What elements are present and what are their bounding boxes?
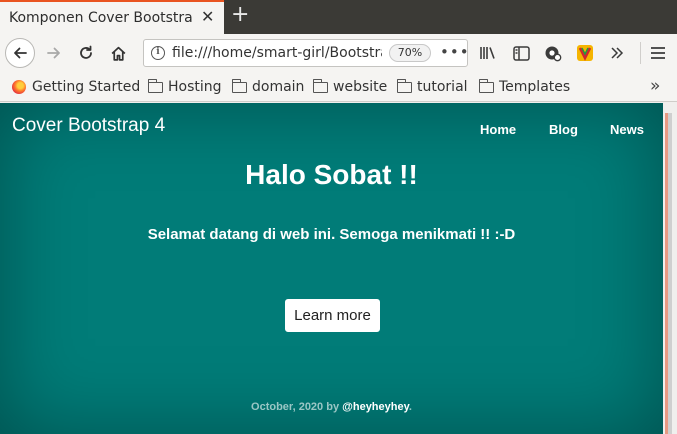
bookmark-website[interactable]: website	[312, 78, 388, 95]
nav-link-home[interactable]: Home	[480, 122, 516, 137]
nav-link-news[interactable]: News	[610, 122, 644, 137]
folder-icon	[312, 78, 328, 93]
folder-icon	[478, 78, 494, 93]
forward-button[interactable]	[41, 38, 67, 68]
folder-icon	[396, 78, 412, 93]
site-brand[interactable]: Cover Bootstrap 4	[12, 115, 165, 137]
navigation-toolbar: i file:///home/smart-girl/Bootstra 70% •…	[0, 34, 677, 72]
learn-more-button[interactable]: Learn more	[285, 299, 380, 332]
sidebar-icon[interactable]	[511, 43, 531, 63]
overflow-chevron-icon[interactable]	[607, 43, 627, 63]
footer-handle-link[interactable]: @heyheyhey	[342, 401, 409, 413]
bookmark-label: domain	[252, 79, 305, 95]
zoom-level-badge[interactable]: 70%	[389, 44, 431, 62]
bookmark-domain[interactable]: domain	[231, 78, 305, 95]
page-viewport: Cover Bootstrap 4 Home Blog News Halo So…	[0, 103, 663, 434]
url-bar[interactable]: i file:///home/smart-girl/Bootstra 70% •…	[143, 39, 470, 67]
home-button[interactable]	[105, 38, 131, 68]
library-icon[interactable]	[478, 43, 498, 63]
bookmark-getting-started[interactable]: Getting Started	[12, 79, 140, 95]
page-scroll-edge	[663, 103, 677, 434]
url-text[interactable]: file:///home/smart-girl/Bootstra	[172, 45, 382, 61]
bookmark-label: Templates	[499, 79, 571, 95]
bookmark-templates[interactable]: Templates	[478, 78, 571, 95]
page-actions-icon[interactable]: •••	[440, 43, 470, 61]
home-icon	[111, 46, 125, 61]
reload-icon	[80, 45, 92, 59]
new-tab-button[interactable]: +	[231, 4, 249, 26]
tab-title: Komponen Cover Bootstrap	[9, 10, 193, 26]
site-info-icon[interactable]: i	[151, 46, 165, 60]
nav-link-blog[interactable]: Blog	[549, 122, 578, 137]
footer-text: October, 2020 by	[251, 401, 343, 413]
folder-icon	[147, 78, 163, 93]
bookmarks-toolbar: Getting Started Hosting domain website t…	[0, 72, 677, 102]
bookmark-label: Getting Started	[32, 79, 141, 95]
toolbar-separator	[640, 42, 641, 64]
folder-icon	[231, 78, 247, 93]
tab-close-icon[interactable]: ✕	[201, 9, 214, 25]
firefox-icon	[12, 80, 26, 94]
bookmark-tutorial[interactable]: tutorial	[396, 78, 468, 95]
extension-v-icon[interactable]	[575, 43, 595, 63]
reload-button[interactable]	[73, 38, 99, 68]
hamburger-menu-icon[interactable]	[648, 43, 668, 63]
bookmark-label: website	[333, 79, 388, 95]
back-arrow-icon	[14, 47, 27, 59]
footer-suffix: .	[408, 401, 412, 413]
back-button[interactable]	[5, 38, 35, 68]
bookmark-label: Hosting	[168, 79, 222, 95]
tab-strip: Komponen Cover Bootstrap ✕ +	[0, 0, 677, 34]
hero-title: Halo Sobat !!	[245, 159, 418, 190]
bookmark-hosting[interactable]: Hosting	[147, 78, 222, 95]
sync-account-icon[interactable]	[543, 43, 563, 63]
bookmarks-overflow-icon[interactable]: »	[650, 76, 660, 96]
hero-lead: Selamat datang di web ini. Semoga menikm…	[147, 226, 516, 243]
bookmark-label: tutorial	[417, 79, 468, 95]
page-footer: October, 2020 by @heyheyhey.	[0, 401, 663, 413]
browser-tab[interactable]: Komponen Cover Bootstrap ✕	[0, 0, 224, 34]
forward-arrow-icon	[47, 47, 60, 59]
